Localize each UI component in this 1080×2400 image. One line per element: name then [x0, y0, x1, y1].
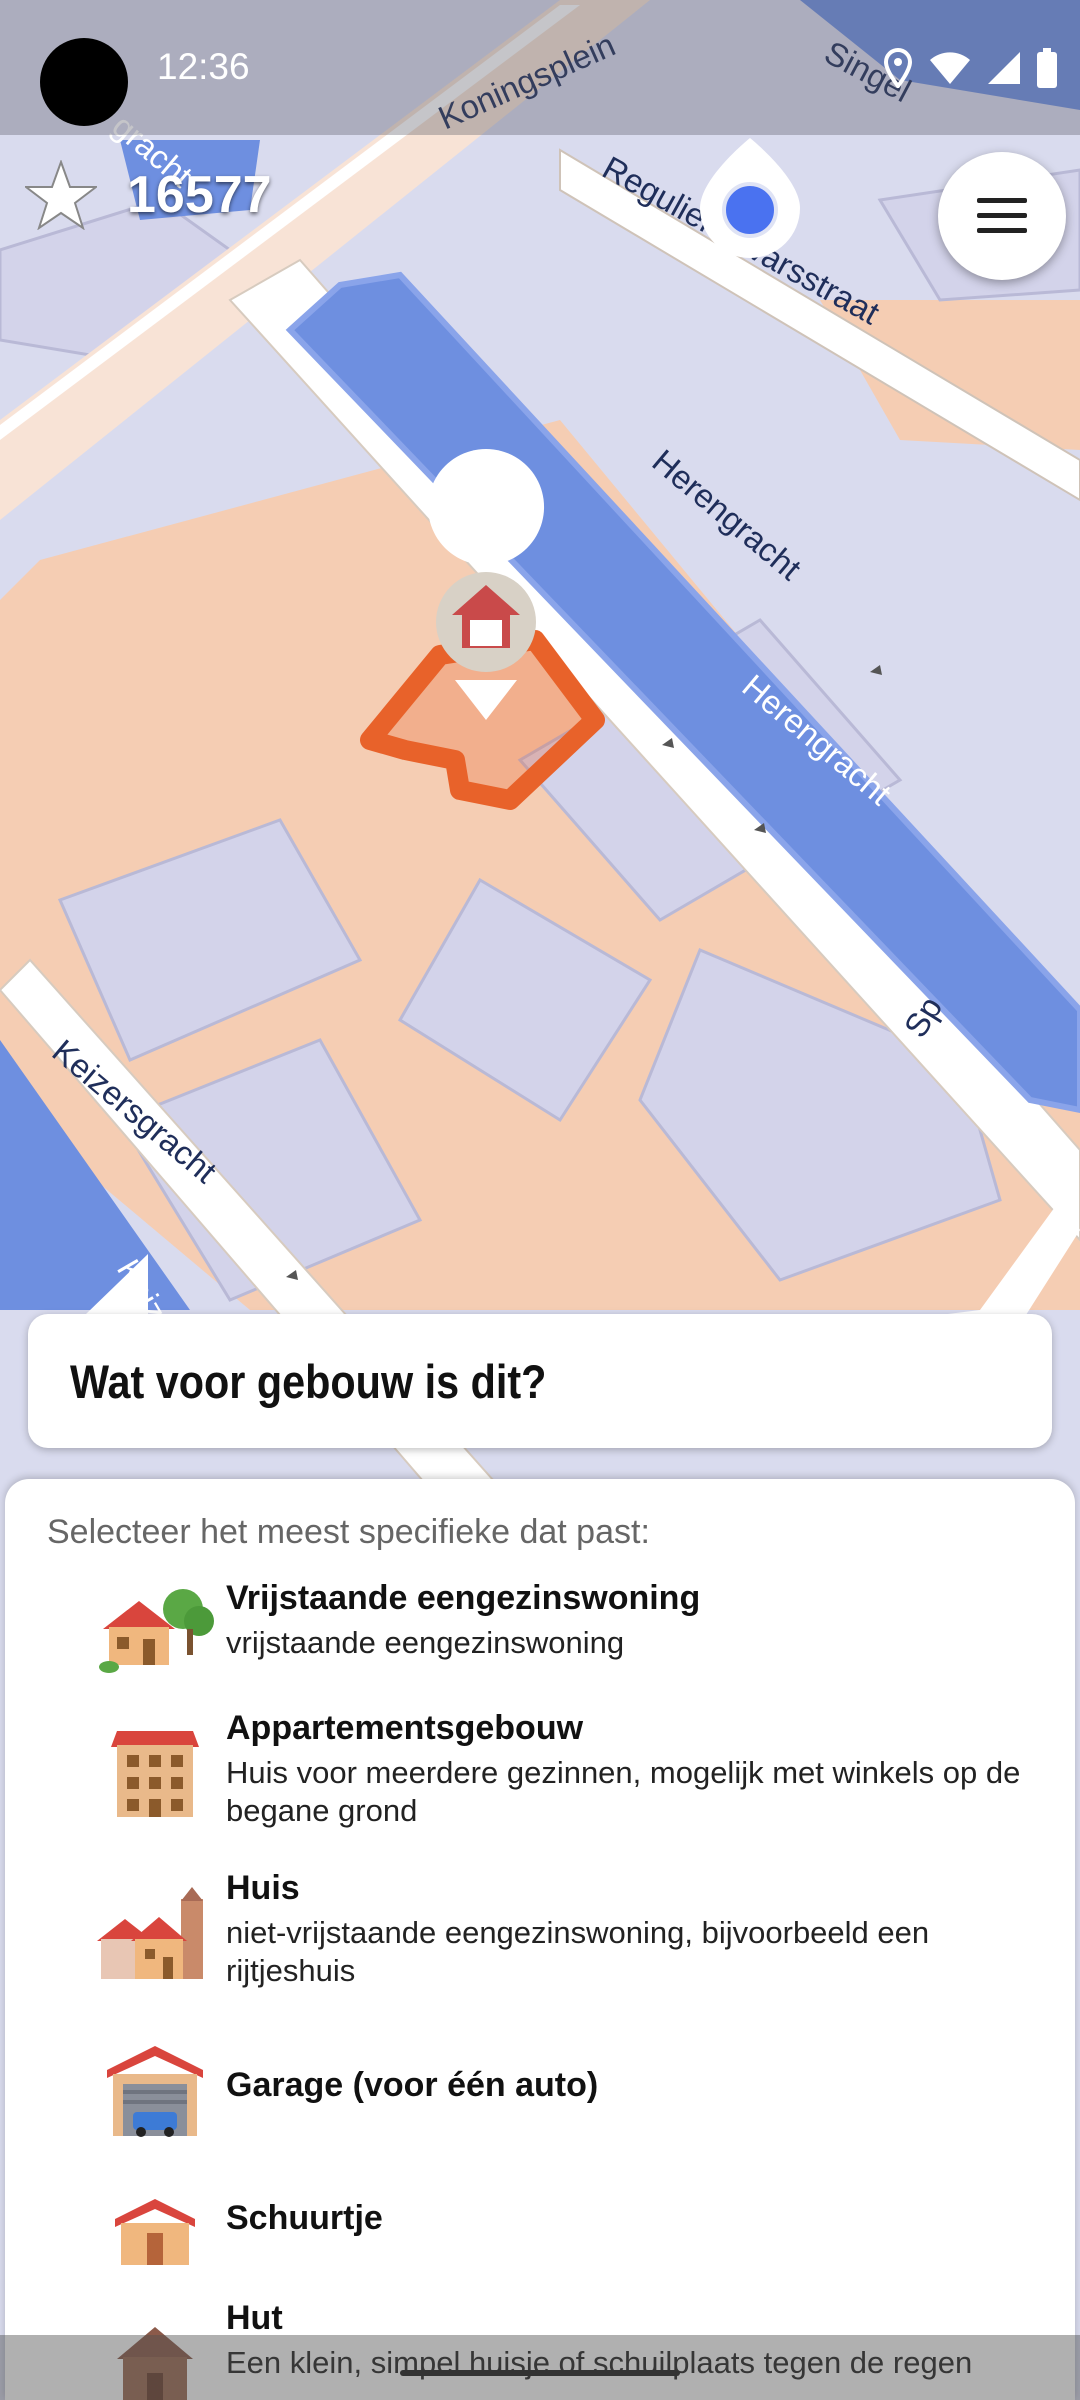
terraced-house-icon: [97, 1887, 203, 1979]
option-description: vrijstaande eengezinswoning: [226, 1625, 625, 1660]
option-apartment-building[interactable]: Appartementsgebouw Huis voor meerdere ge…: [5, 1709, 1075, 1859]
menu-button[interactable]: [938, 152, 1066, 280]
option-title: Vrijstaande eengezinswoning: [226, 1579, 701, 1617]
status-icons: [882, 48, 1058, 88]
option-title: Appartementsgebouw: [226, 1709, 584, 1747]
detached-house-icon: [99, 1589, 214, 1673]
garage-icon: [107, 2046, 203, 2137]
status-time: 12:36: [157, 46, 250, 87]
option-description: Huis voor meerdere gezinnen, mogelijk me…: [226, 1755, 1021, 1828]
points-counter[interactable]: 16577: [25, 160, 272, 230]
gesture-handle[interactable]: [400, 2370, 680, 2376]
shed-icon: [115, 2199, 195, 2265]
signal-icon: [988, 52, 1020, 84]
location-dot-icon: [722, 182, 778, 238]
battery-icon: [1037, 48, 1057, 88]
option-detached-house[interactable]: Vrijstaande eengezinswoning vrijstaande …: [5, 1579, 1075, 1699]
wifi-icon: [930, 52, 970, 84]
option-title: Garage (voor één auto): [226, 2066, 599, 2104]
option-title: Huis: [226, 1869, 300, 1907]
quest-question-title: Wat voor gebouw is dit?: [70, 1354, 547, 1408]
option-title: Hut: [226, 2299, 283, 2337]
answer-panel[interactable]: Selecteer het meest specifieke dat past:…: [5, 1479, 1075, 2400]
star-icon: [25, 160, 97, 230]
option-description: niet-vrijstaande eengezinswoning, bijvoo…: [226, 1915, 930, 1988]
my-location-button[interactable]: [700, 138, 800, 258]
quest-question-bubble: Wat voor gebouw is dit?: [28, 1314, 1052, 1448]
answer-instruction: Selecteer het meest specifieke dat past:: [47, 1513, 650, 1551]
hamburger-menu-icon: [977, 198, 1027, 233]
apartment-building-icon: [111, 1731, 199, 1817]
navigation-bar: [0, 2335, 1080, 2400]
option-terraced-house[interactable]: Huis niet-vrijstaande eengezinswoning, b…: [5, 1869, 1075, 2019]
front-camera: [40, 38, 128, 126]
status-bar: 12:36: [0, 0, 1080, 135]
option-title: Schuurtje: [226, 2199, 383, 2237]
points-value: 16577: [127, 166, 272, 224]
option-garage[interactable]: Garage (voor één auto): [5, 2034, 1075, 2154]
option-shed[interactable]: Schuurtje: [5, 2169, 1075, 2279]
location-icon: [883, 48, 913, 88]
